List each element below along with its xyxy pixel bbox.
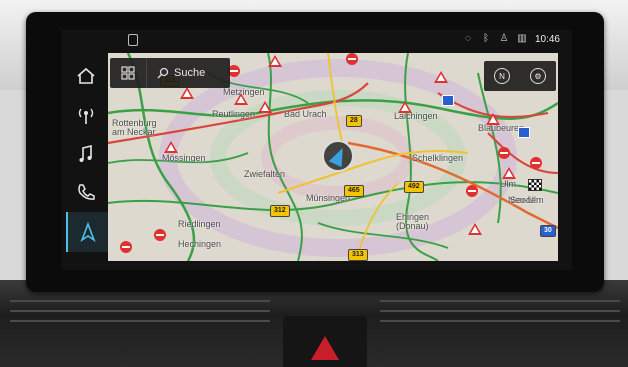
traffic-warning-icon <box>164 141 178 153</box>
road-closed-icon <box>154 229 166 241</box>
direction-arrow-icon <box>328 144 350 168</box>
map-label: Mössingen <box>162 153 206 163</box>
destination-flag-icon <box>528 179 542 191</box>
gear-icon: ⚙ <box>530 68 546 84</box>
map-label: Bad Urach <box>284 109 327 119</box>
road-shield: 28 <box>346 115 362 127</box>
poi-icon <box>442 95 454 106</box>
user-icon: ♙ <box>499 33 509 44</box>
road-closed-icon <box>530 157 542 169</box>
traffic-warning-icon <box>234 93 248 105</box>
compass-icon: N <box>494 68 510 84</box>
current-position-marker <box>322 140 354 172</box>
road-shield: 30 <box>540 225 556 237</box>
road-shield: 492 <box>404 181 424 193</box>
road-closed-icon <box>346 53 358 65</box>
home-icon <box>77 67 95 84</box>
map-label: Hechingen <box>178 239 222 249</box>
hazard-triangle-icon <box>311 336 339 360</box>
left-nav <box>66 56 108 262</box>
music-icon <box>79 144 92 162</box>
clock: 10:46 <box>534 33 560 45</box>
traffic-warning-icon <box>434 71 448 83</box>
status-bar: ◌ ᛒ ♙ ▥ 10:46 <box>62 30 572 52</box>
compass-button[interactable]: N <box>484 61 520 91</box>
radio-icon <box>78 108 94 124</box>
map-top-controls: Suche <box>110 58 230 88</box>
traffic-warning-icon <box>180 87 194 99</box>
nav-navigation[interactable] <box>66 212 108 252</box>
map-label: Riedlingen <box>178 219 221 229</box>
bluetooth-icon: ᛒ <box>482 33 489 44</box>
map-label: Ulm <box>500 179 516 189</box>
wireless-icon: ◌ <box>464 33 471 44</box>
map-label: Zwiefalten <box>244 169 286 179</box>
traffic-warning-icon <box>502 167 516 179</box>
search-button[interactable]: Suche <box>147 58 205 88</box>
road-shield: 312 <box>270 205 290 217</box>
road-shield: 313 <box>348 249 368 261</box>
road-closed-icon <box>498 147 510 159</box>
phone-signal-icon: ▥ <box>517 33 527 44</box>
status-icons: ◌ ᛒ ♙ ▥ 10:46 <box>463 33 560 45</box>
map-label: Ehingen (Donau) <box>396 212 430 231</box>
traffic-warning-icon <box>486 113 500 125</box>
phone-icon <box>78 184 95 200</box>
navigation-icon <box>80 221 96 243</box>
road-closed-icon <box>120 241 132 253</box>
map-settings-button[interactable]: ⚙ <box>520 61 556 91</box>
menu-grid-button[interactable] <box>110 58 147 88</box>
nav-radio[interactable] <box>66 98 106 134</box>
map-label: Senden <box>510 195 542 205</box>
traffic-warning-icon <box>468 223 482 235</box>
nav-phone[interactable] <box>66 174 106 210</box>
traffic-warning-icon <box>258 101 272 113</box>
map-label: Rottenburg am Neckar <box>112 118 157 137</box>
map-right-controls: N ⚙ <box>484 61 556 91</box>
map-label: Schelklingen <box>412 153 464 163</box>
traffic-warning-icon <box>268 55 282 67</box>
battery-icon <box>128 34 138 46</box>
traffic-warning-icon <box>398 101 412 113</box>
search-label: Suche <box>174 67 206 79</box>
nav-home[interactable] <box>66 58 106 94</box>
road-closed-icon <box>466 185 478 197</box>
poi-icon <box>518 127 530 138</box>
map-label: Reutlingen <box>212 109 256 119</box>
nav-music[interactable] <box>66 136 106 172</box>
road-shield: 465 <box>344 185 364 197</box>
grid-icon <box>121 66 135 80</box>
search-icon <box>157 67 169 79</box>
